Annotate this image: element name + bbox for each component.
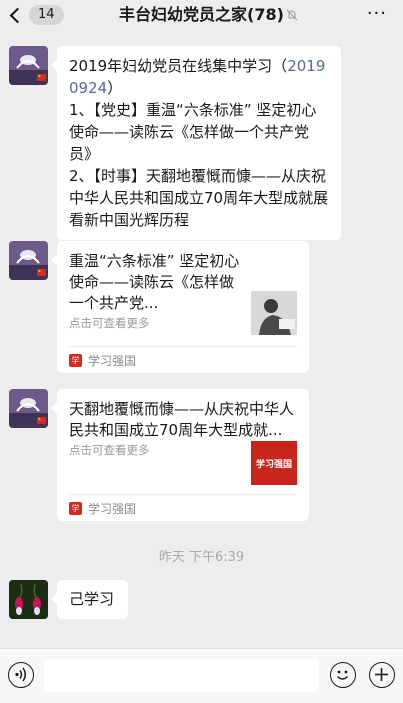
- message-timestamp: 昨天 下午6:39: [158, 550, 245, 565]
- message-text: 2019年妇幼党员在线集中学习（20190924） 1、【党史】重温“六条标准”…: [57, 46, 341, 240]
- message-input[interactable]: [44, 659, 319, 692]
- card-source: 学 学习强国: [69, 494, 297, 521]
- xuexi-qiangguo-icon: 学: [69, 501, 82, 515]
- more-options-button[interactable]: ···: [367, 5, 387, 23]
- input-bar: [0, 648, 403, 703]
- xuexi-qiangguo-icon: 学: [69, 353, 82, 367]
- text-message-bubble[interactable]: 2019年妇幼党员在线集中学习（20190924） 1、【党史】重温“六条标准”…: [51, 46, 341, 240]
- card-title: 天翻地覆慨而慷——从庆祝中华人民共和国成立70周年大型成就...: [69, 400, 295, 439]
- avatar-image: [9, 46, 48, 85]
- avatar[interactable]: [9, 389, 48, 428]
- thumbnail-logo-text: 学习强国: [255, 459, 292, 470]
- voice-button[interactable]: [8, 662, 34, 688]
- card-source-name: 学习强国: [88, 353, 137, 368]
- text-message-bubble[interactable]: 己学习: [51, 580, 128, 619]
- card-thumbnail: 学习强国: [251, 441, 297, 485]
- plus-icon: [375, 668, 388, 681]
- more-functions-button[interactable]: [369, 662, 395, 688]
- avatar-image: [9, 241, 48, 280]
- chat-header: 14 丰台妇幼党员之家(78) ···: [0, 0, 403, 31]
- card-source: 学 学习强国: [69, 346, 297, 373]
- card-thumbnail: [251, 291, 297, 335]
- message-text: 己学习: [69, 590, 115, 608]
- flower-avatar-image: [9, 580, 48, 619]
- voice-icon: [15, 667, 26, 682]
- card-title: 重温“六条标准” 坚定初心使命——读陈云《怎样做一个共产党...: [69, 252, 240, 312]
- message-text-part2: ） 1、【党史】重温“六条标准” 坚定初心使命——读陈云《怎样做一个共产党员》 …: [69, 79, 329, 229]
- card-source-name: 学习强国: [88, 501, 137, 516]
- avatar[interactable]: [9, 580, 48, 619]
- portrait-image: [251, 291, 297, 335]
- avatar[interactable]: [9, 241, 48, 280]
- emoji-icon: [336, 670, 349, 680]
- mute-bell-icon: [286, 9, 298, 21]
- avatar[interactable]: [9, 46, 48, 85]
- link-card[interactable]: 重温“六条标准” 坚定初心使命——读陈云《怎样做一个共产党... 点击可查看更多…: [51, 241, 309, 373]
- chat-title: 丰台妇幼党员之家(78): [119, 5, 284, 24]
- avatar-image: [9, 389, 48, 428]
- link-card[interactable]: 天翻地覆慨而慷——从庆祝中华人民共和国成立70周年大型成就... 点击可查看更多…: [51, 389, 309, 521]
- emoji-button[interactable]: [330, 662, 356, 688]
- message-text-part1: 2019年妇幼党员在线集中学习（: [69, 57, 288, 75]
